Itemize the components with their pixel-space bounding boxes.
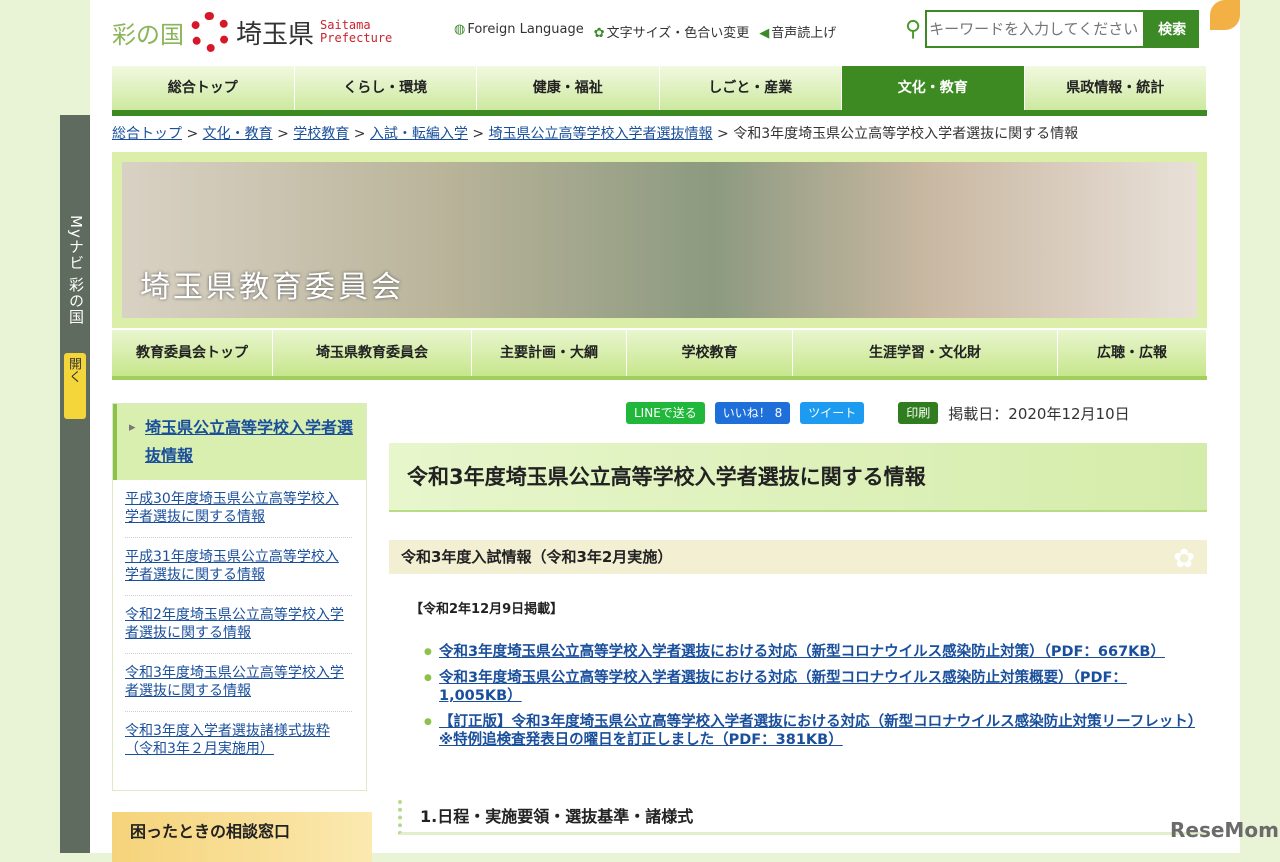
local-nav-link[interactable]: 令和3年度入学者選抜諸様式抜粋（令和3年２月実施用） [125, 723, 330, 757]
logo-main: 埼玉県 [236, 19, 315, 50]
speaker-icon: ◀ [759, 26, 770, 41]
list-item: 令和2年度埼玉県公立高等学校入学者選抜に関する情報 [125, 596, 352, 654]
utility-links: ◍ Foreign Language ✿ 文字サイズ・色合い変更 ◀ 音声読上げ [454, 22, 836, 41]
read-aloud-link[interactable]: ◀ 音声読上げ [759, 22, 836, 41]
gear-icon: ✿ [593, 26, 605, 41]
breadcrumb-link[interactable]: 入試・転編入学 [370, 126, 468, 142]
logo-flower-icon [190, 12, 230, 52]
breadcrumb-link[interactable]: 学校教育 [293, 126, 349, 142]
list-item: 平成31年度埼玉県公立高等学校入学者選抜に関する情報 [125, 538, 352, 596]
list-item: 令和3年度入学者選抜諸様式抜粋（令和3年２月実施用） [125, 712, 352, 769]
gnav-health[interactable]: 健康・福祉 [477, 66, 660, 110]
local-nav-link[interactable]: 令和2年度埼玉県公立高等学校入学者選抜に関する情報 [125, 607, 344, 641]
subnav-item[interactable]: 教育委員会トップ [112, 330, 273, 376]
logo-prefix: 彩の国 [112, 20, 184, 49]
facebook-like-button[interactable]: いいね！ 8 [714, 402, 791, 424]
search-button[interactable]: 検索 [1145, 10, 1200, 48]
line-share-button[interactable]: LINEで送る [626, 402, 705, 424]
subnav-item[interactable]: 生涯学習・文化財 [793, 330, 1058, 376]
posted-note: 【令和2年12月9日掲載】 [410, 602, 564, 617]
globe-icon: ◍ [454, 22, 466, 37]
resemom-watermark: ReseMom [1170, 818, 1279, 842]
logo-en: Saitama Prefecture [320, 18, 393, 45]
search-form: ⚲ 検索 [905, 10, 1200, 48]
my-navi-tab[interactable]: Myナビ 彩の国 開く [60, 115, 90, 853]
gnav-work[interactable]: しごと・産業 [659, 66, 842, 110]
text-size-link[interactable]: ✿ 文字サイズ・色合い変更 [594, 22, 750, 41]
global-nav: 総合トップ くらし・環境 健康・福祉 しごと・産業 文化・教育 県政情報・統計 [112, 66, 1207, 116]
search-input[interactable] [925, 10, 1146, 48]
posted-date: 掲載日：2020年12月10日 [948, 404, 1130, 423]
print-button[interactable]: 印刷 [898, 402, 939, 424]
local-nav-current: 埼玉県公立高等学校入学者選抜情報 [113, 404, 366, 480]
open-button[interactable]: 開く [64, 353, 86, 419]
my-navi-label: Myナビ 彩の国 [67, 215, 85, 325]
subnav-item[interactable]: 広聴・広報 [1058, 330, 1207, 376]
sub-nav: 教育委員会トップ 埼玉県教育委員会 主要計画・大綱 学校教育 生涯学習・文化財 … [112, 330, 1207, 380]
leaf-decoration [1210, 0, 1240, 30]
pdf-link[interactable]: 令和3年度埼玉県公立高等学校入学者選抜における対応（新型コロナウイルス感染防止対… [439, 670, 1127, 704]
local-nav-current-link[interactable]: 埼玉県公立高等学校入学者選抜情報 [145, 418, 353, 465]
local-nav: 埼玉県公立高等学校入学者選抜情報 平成30年度埼玉県公立高等学校入学者選抜に関す… [112, 403, 367, 791]
breadcrumb-current: 令和3年度埼玉県公立高等学校入学者選抜に関する情報 [733, 126, 1079, 142]
help-consultation-banner[interactable]: 困ったときの相談窓口 [112, 812, 372, 862]
pdf-link[interactable]: 令和3年度埼玉県公立高等学校入学者選抜における対応（新型コロナウイルス感染防止対… [439, 644, 1165, 660]
subsection-heading: 1.日程・実施要領・選抜基準・諸様式 [398, 800, 1207, 835]
search-icon: ⚲ [905, 16, 922, 42]
gnav-top[interactable]: 総合トップ [112, 66, 295, 110]
gnav-government[interactable]: 県政情報・統計 [1024, 66, 1207, 110]
share-bar: LINEで送る いいね！ 8 ツイート 印刷 掲載日：2020年12月10日 [626, 402, 1130, 424]
list-item: 【訂正版】令和3年度埼玉県公立高等学校入学者選抜における対応（新型コロナウイルス… [422, 713, 1202, 749]
breadcrumb-link[interactable]: 埼玉県公立高等学校入学者選抜情報 [489, 126, 713, 142]
breadcrumb-link[interactable]: 文化・教育 [203, 126, 273, 142]
breadcrumb: 総合トップ > 文化・教育 > 学校教育 > 入試・転編入学 > 埼玉県公立高等… [112, 126, 1079, 142]
list-item: 令和3年度埼玉県公立高等学校入学者選抜における対応（新型コロナウイルス感染防止対… [422, 643, 1202, 661]
banner-title: 埼玉県教育委員会 [140, 270, 404, 305]
gnav-life[interactable]: くらし・環境 [294, 66, 477, 110]
local-nav-link[interactable]: 令和3年度埼玉県公立高等学校入学者選抜に関する情報 [125, 665, 344, 699]
site-logo[interactable]: 彩の国 埼玉県 Saitama Prefecture [112, 12, 392, 52]
tweet-button[interactable]: ツイート [800, 402, 865, 424]
list-item: 令和3年度埼玉県公立高等学校入学者選抜における対応（新型コロナウイルス感染防止対… [422, 669, 1202, 705]
subnav-item[interactable]: 学校教育 [627, 330, 793, 376]
local-nav-link[interactable]: 平成30年度埼玉県公立高等学校入学者選抜に関する情報 [125, 491, 339, 525]
list-item: 令和3年度埼玉県公立高等学校入学者選抜に関する情報 [125, 654, 352, 712]
subnav-item[interactable]: 主要計画・大綱 [472, 330, 627, 376]
list-item: 平成30年度埼玉県公立高等学校入学者選抜に関する情報 [125, 480, 352, 538]
page-title: 令和3年度埼玉県公立高等学校入学者選抜に関する情報 [389, 443, 1207, 512]
pdf-link[interactable]: 【訂正版】令和3年度埼玉県公立高等学校入学者選抜における対応（新型コロナウイルス… [439, 714, 1195, 748]
subnav-item[interactable]: 埼玉県教育委員会 [273, 330, 472, 376]
gnav-culture[interactable]: 文化・教育 [842, 66, 1025, 110]
pdf-links: 令和3年度埼玉県公立高等学校入学者選抜における対応（新型コロナウイルス感染防止対… [422, 643, 1202, 757]
clover-icon: ✿ [1173, 544, 1195, 574]
local-nav-link[interactable]: 平成31年度埼玉県公立高等学校入学者選抜に関する情報 [125, 549, 339, 583]
banner: 埼玉県教育委員会 [112, 152, 1207, 328]
breadcrumb-link[interactable]: 総合トップ [112, 126, 182, 142]
foreign-language-link[interactable]: ◍ Foreign Language [454, 22, 584, 41]
banner-image: 埼玉県教育委員会 [122, 162, 1197, 318]
section-heading: 令和3年度入試情報（令和3年2月実施） ✿ [389, 540, 1207, 574]
